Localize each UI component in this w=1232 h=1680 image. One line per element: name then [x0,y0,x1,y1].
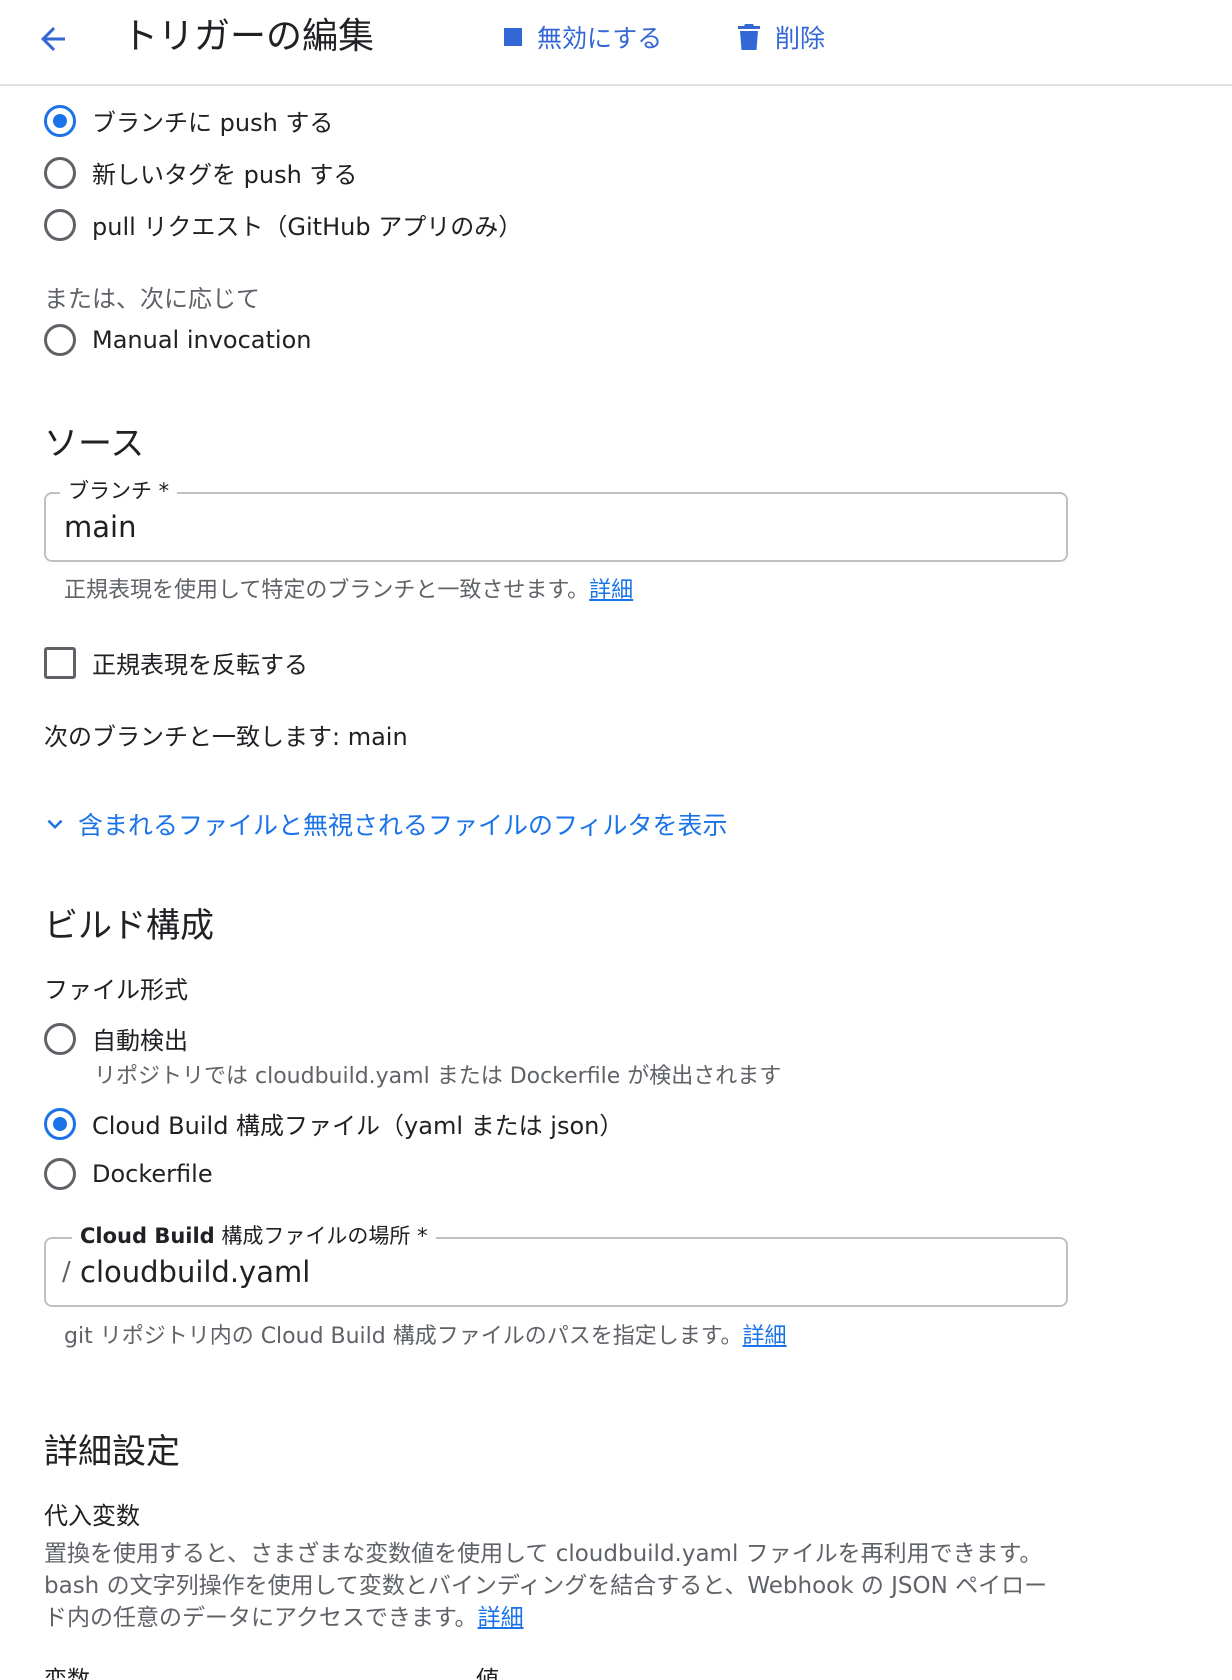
delete-label: 削除 [775,24,826,53]
back-button[interactable] [30,16,76,62]
arrow-back-icon [41,27,65,51]
build-radio-dockerfile[interactable]: Dockerfile [44,1158,213,1190]
location-label-rest: 構成ファイルの場所 * [214,1224,428,1248]
or-label: または、次に応じて [44,285,260,313]
location-helper-text: git リポジトリ内の Cloud Build 構成ファイルのパスを指定します。 [64,1324,743,1349]
build-radio-autodetect[interactable]: 自動検出 [44,1021,188,1056]
radio-button[interactable] [44,208,76,241]
delete-button[interactable]: 削除 [737,18,825,56]
disable-button[interactable]: 無効にする [503,18,662,56]
branch-field[interactable]: ブランチ * main [44,478,1068,562]
app-header: トリガーの編集 無効にする 削除 [0,0,1232,86]
branch-field-label: ブランチ * [60,478,178,504]
invert-regex-checkbox[interactable]: 正規表現を反転する [44,645,308,680]
build-radio-cloudbuild-file[interactable]: Cloud Build 構成ファイル（yaml または json） [44,1106,623,1141]
filters-toggle[interactable]: 含まれるファイルと無視されるファイルのフィルタを表示 [40,806,728,842]
branch-input-value[interactable]: main [64,510,136,544]
location-field-label: Cloud Build 構成ファイルの場所 * [72,1223,436,1249]
source-section-title: ソース [44,424,145,464]
event-radio-push-branch[interactable]: ブランチに push する [44,103,333,138]
advanced-section-title: 詳細設定 [44,1432,180,1472]
location-label-bold: Cloud Build [80,1224,215,1248]
file-type-label: ファイル形式 [44,976,188,1004]
substitutions-description: 置換を使用すると、さまざまな変数値を使用して cloudbuild.yaml フ… [44,1538,1064,1634]
event-radio-push-tag[interactable]: 新しいタグを push する [44,155,357,190]
filters-toggle-label: 含まれるファイルと無視されるファイルのフィルタを表示 [78,811,728,840]
location-details-link[interactable]: 詳細 [743,1324,787,1349]
substitutions-details-link[interactable]: 詳細 [478,1605,524,1631]
variable-column-header: 変数 [44,1667,90,1680]
disable-label: 無効にする [537,24,663,53]
value-column-header: 値 [476,1667,499,1680]
autodetect-subtext: リポジトリでは cloudbuild.yaml または Dockerfile が… [94,1064,782,1089]
trash-icon [737,23,761,51]
location-helper: git リポジトリ内の Cloud Build 構成ファイルのパスを指定します。… [64,1318,787,1350]
substitutions-desc-text: 置換を使用すると、さまざまな変数値を使用して cloudbuild.yaml フ… [44,1541,1048,1631]
stop-square-icon [503,27,523,47]
matches-text: 次のブランチと一致します: main [44,723,408,751]
build-config-title: ビルド構成 [44,906,214,946]
radio-button[interactable] [44,104,76,137]
branch-helper: 正規表現を使用して特定のブランチと一致させます。詳細 [64,572,633,604]
branch-details-link[interactable]: 詳細 [589,578,633,603]
location-prefix: / [62,1257,71,1287]
radio-button[interactable] [44,1158,76,1190]
branch-helper-text: 正規表現を使用して特定のブランチと一致させます。 [64,578,590,603]
chevron-down-icon [40,809,70,839]
page-title: トリガーの編集 [122,16,375,57]
radio-button[interactable] [44,324,76,356]
substitutions-title: 代入変数 [44,1502,140,1530]
event-radio-manual[interactable]: Manual invocation [44,324,311,356]
radio-button[interactable] [44,1107,76,1140]
radio-button[interactable] [44,1022,76,1055]
cloudbuild-location-field[interactable]: Cloud Build 構成ファイルの場所 * / cloudbuild.yam… [44,1223,1068,1307]
checkbox[interactable] [44,646,76,679]
location-input-value[interactable]: cloudbuild.yaml [80,1255,310,1289]
event-radio-pull-request[interactable]: pull リクエスト（GitHub アプリのみ） [44,207,522,242]
radio-button[interactable] [44,156,76,189]
